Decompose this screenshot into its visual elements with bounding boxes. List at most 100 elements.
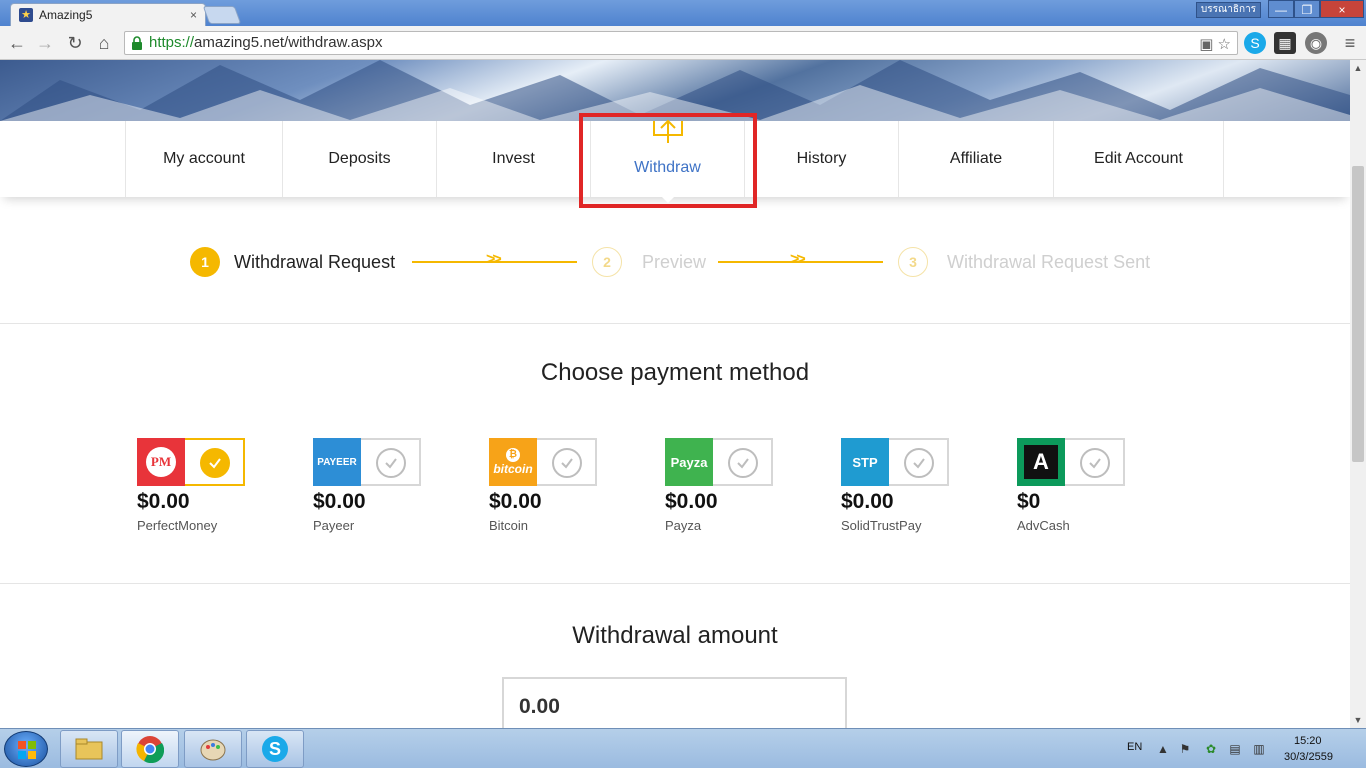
step-2-number: 2 <box>592 247 622 277</box>
windows-taskbar: S EN ▲ ⚑ ✿ ▤ ▥ 15:20 30/3/2559 <box>0 728 1366 768</box>
payment-method-card[interactable]: A <box>1017 438 1125 486</box>
clock-date[interactable]: 30/3/2559 <box>1284 751 1333 763</box>
taskbar-chrome[interactable] <box>121 730 179 768</box>
nav-deposits[interactable]: Deposits <box>282 121 436 197</box>
nav-label: Withdraw <box>634 159 701 176</box>
home-icon[interactable]: ⌂ <box>93 32 115 54</box>
checkmark-icon[interactable] <box>200 448 230 478</box>
payment-balance: $0.00 <box>489 490 542 513</box>
payment-method-title: Choose payment method <box>540 359 810 386</box>
upload-icon <box>652 119 683 143</box>
double-chevron-icon: >> <box>486 251 502 268</box>
clock-time[interactable]: 15:20 <box>1294 735 1322 747</box>
solidtrustpay-logo-icon: STP <box>841 438 889 486</box>
mountain-image <box>0 60 1350 121</box>
payment-method-payza[interactable]: Payza $0.00 Payza <box>665 438 773 538</box>
page-viewport: My account Deposits Invest Withdraw Hist… <box>0 60 1350 728</box>
step-1-number: 1 <box>190 247 220 277</box>
double-chevron-icon: >> <box>790 251 806 268</box>
nav-label: History <box>796 150 847 167</box>
skype-icon: S <box>262 736 288 762</box>
nav-invest[interactable]: Invest <box>436 121 590 197</box>
bookmark-star-icon[interactable]: ☆ <box>1218 36 1231 53</box>
window-minimize-button[interactable]: — <box>1268 0 1294 18</box>
checkmark-icon[interactable] <box>552 448 582 478</box>
extension-icon[interactable]: ▦ <box>1274 32 1296 54</box>
taskbar-skype[interactable]: S <box>246 730 304 768</box>
nav-history[interactable]: History <box>744 121 898 197</box>
language-indicator[interactable]: EN <box>1127 741 1142 753</box>
window-close-button[interactable]: × <box>1320 0 1364 18</box>
skype-extension-icon[interactable]: S <box>1244 32 1266 54</box>
url-scheme: https:// <box>149 34 195 51</box>
address-bar[interactable]: https://amazing5.net/withdraw.aspx ▣ ☆ <box>124 31 1238 55</box>
back-arrow-icon[interactable]: ← <box>6 32 28 54</box>
main-navigation: My account Deposits Invest Withdraw Hist… <box>0 119 1350 203</box>
payment-method-payeer[interactable]: PAYEER $0.00 Payeer <box>313 438 421 538</box>
payment-method-card[interactable]: PAYEER <box>313 438 421 486</box>
payment-name: PerfectMoney <box>137 518 218 533</box>
payment-method-advcash[interactable]: A $0 AdvCash <box>1017 438 1125 538</box>
payeer-logo-icon: PAYEER <box>313 438 361 486</box>
payment-balance: $0.00 <box>665 490 718 513</box>
film-extension-icon[interactable]: ◉ <box>1305 32 1327 54</box>
payment-method-card[interactable]: PM <box>137 438 245 486</box>
usb-icon[interactable]: ▤ <box>1228 742 1242 756</box>
section-divider <box>0 583 1350 584</box>
nav-label: My account <box>163 150 245 167</box>
checkmark-icon[interactable] <box>904 448 934 478</box>
star-favicon-icon: ★ <box>19 8 33 22</box>
active-caret <box>660 196 675 203</box>
scroll-up-arrow-icon[interactable]: ▲ <box>1350 60 1366 76</box>
action-center-flag-icon[interactable]: ⚑ <box>1178 742 1192 756</box>
start-button[interactable] <box>4 731 48 767</box>
checkmark-icon[interactable] <box>376 448 406 478</box>
browser-tab[interactable]: ★ Amazing5 × <box>10 3 206 26</box>
reload-icon[interactable]: ↻ <box>64 32 86 54</box>
checkmark-icon[interactable] <box>1080 448 1110 478</box>
nav-withdraw[interactable]: Withdraw <box>590 119 744 203</box>
scroll-thumb[interactable] <box>1352 166 1364 462</box>
tab-close-icon[interactable]: × <box>190 8 197 22</box>
payment-balance: $0.00 <box>841 490 894 513</box>
step-3-label: Withdrawal Request Sent <box>947 252 1151 272</box>
taskbar-explorer[interactable] <box>60 730 118 768</box>
withdrawal-amount-input[interactable]: 0.00 <box>502 677 847 728</box>
new-tab-button[interactable] <box>202 6 242 24</box>
payment-method-bitcoin[interactable]: ₿ bitcoin $0.00 Bitcoin <box>489 438 597 538</box>
payment-balance: $0.00 <box>313 490 366 513</box>
advcash-logo-icon: A <box>1017 438 1065 486</box>
payment-method-perfectmoney[interactable]: PM $0.00 PerfectMoney <box>137 438 245 538</box>
payment-method-card[interactable]: ₿ bitcoin <box>489 438 597 486</box>
payment-method-card[interactable]: Payza <box>665 438 773 486</box>
show-hidden-icons-icon[interactable]: ▲ <box>1156 742 1170 756</box>
nav-my-account[interactable]: My account <box>125 121 282 197</box>
tray-app-icon[interactable]: ✿ <box>1204 742 1218 756</box>
payment-name: AdvCash <box>1017 518 1070 533</box>
profile-badge[interactable]: บรรณาธิการ <box>1196 2 1261 18</box>
window-maximize-button[interactable]: ❐ <box>1294 0 1320 18</box>
page-scrollbar[interactable]: ▲ ▼ <box>1350 60 1366 728</box>
payment-method-solidtrustpay[interactable]: STP $0.00 SolidTrustPay <box>841 438 949 538</box>
step-1-label: Withdrawal Request <box>234 252 396 272</box>
nav-affiliate[interactable]: Affiliate <box>898 121 1053 197</box>
checkmark-icon[interactable] <box>728 448 758 478</box>
menu-icon[interactable]: ≡ <box>1339 32 1361 54</box>
lock-icon <box>132 36 142 50</box>
chrome-icon <box>136 736 164 763</box>
network-icon[interactable]: ▥ <box>1252 742 1266 756</box>
withdrawal-amount-title: Withdrawal amount <box>572 622 778 649</box>
step-2-label: Preview <box>642 252 707 272</box>
nav-edit-account[interactable]: Edit Account <box>1053 121 1224 197</box>
perfectmoney-logo-icon: PM <box>137 438 185 486</box>
translate-icon[interactable]: ▣ <box>1199 36 1213 53</box>
tab-title: Amazing5 <box>39 8 93 22</box>
forward-arrow-icon[interactable]: → <box>34 32 56 54</box>
payment-method-card[interactable]: STP <box>841 438 949 486</box>
taskbar-paint[interactable] <box>184 730 242 768</box>
scroll-down-arrow-icon[interactable]: ▼ <box>1350 712 1366 728</box>
browser-toolbar: ← → ↻ ⌂ https://amazing5.net/withdraw.as… <box>0 26 1366 60</box>
windows-logo-icon <box>18 741 36 759</box>
withdrawal-steps: 1 Withdrawal Request >> 2 Preview >> 3 W… <box>0 230 1350 294</box>
payment-balance: $0.00 <box>137 490 190 513</box>
